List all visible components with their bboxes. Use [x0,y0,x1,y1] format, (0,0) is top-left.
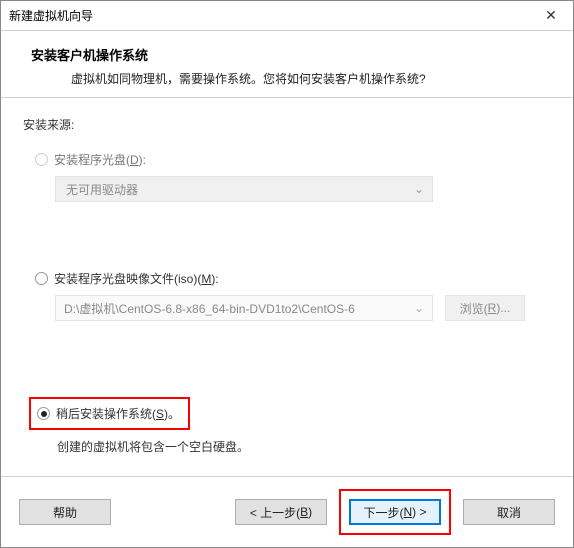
titlebar: 新建虚拟机向导 ✕ [1,1,573,31]
help-button[interactable]: 帮助 [19,499,111,525]
iso-row: D:\虚拟机\CentOS-6.8-x86_64-bin-DVD1to2\Cen… [55,295,551,321]
next-button[interactable]: 下一步(N) > [349,499,441,525]
iso-path-text: D:\虚拟机\CentOS-6.8-x86_64-bin-DVD1to2\Cen… [64,300,355,317]
close-button[interactable]: ✕ [529,1,573,31]
option-install-later-label: 稍后安装操作系统(S)。 [56,405,180,422]
next-button-highlight: 下一步(N) > [339,489,451,535]
wizard-footer: 帮助 < 上一步(B) 下一步(N) > 取消 [1,476,573,547]
drive-dropdown-text: 无可用驱动器 [66,181,138,198]
wizard-body: 安装来源: 安装程序光盘(D): 无可用驱动器 ⌄ 安装程序光盘映像文件(iso… [1,98,573,476]
option-install-iso-label: 安装程序光盘映像文件(iso)(M): [54,270,219,287]
radio-icon [35,272,48,285]
drive-dropdown: 无可用驱动器 ⌄ [55,176,433,202]
option-install-iso[interactable]: 安装程序光盘映像文件(iso)(M): [35,270,551,287]
radio-icon [35,153,48,166]
radio-icon [37,407,50,420]
browse-button: 浏览(R)... [445,295,525,321]
header-title: 安装客户机操作系统 [31,45,543,64]
wizard-header: 安装客户机操作系统 虚拟机如同物理机，需要操作系统。您将如何安装客户机操作系统? [1,31,573,98]
source-label: 安装来源: [23,116,551,133]
back-button[interactable]: < 上一步(B) [235,499,327,525]
iso-path-combobox: D:\虚拟机\CentOS-6.8-x86_64-bin-DVD1to2\Cen… [55,295,433,321]
cancel-button[interactable]: 取消 [463,499,555,525]
header-subtitle: 虚拟机如同物理机，需要操作系统。您将如何安装客户机操作系统? [31,70,543,87]
option-install-later-highlight: 稍后安装操作系统(S)。 [29,397,190,430]
window-title: 新建虚拟机向导 [9,7,529,24]
option-install-disc-label: 安装程序光盘(D): [54,151,146,168]
close-icon: ✕ [545,7,557,24]
chevron-down-icon: ⌄ [414,182,424,196]
option-install-disc: 安装程序光盘(D): [35,151,551,168]
later-hint: 创建的虚拟机将包含一个空白硬盘。 [57,438,551,455]
chevron-down-icon: ⌄ [414,301,424,315]
option-install-later[interactable]: 稍后安装操作系统(S)。 [37,405,180,422]
